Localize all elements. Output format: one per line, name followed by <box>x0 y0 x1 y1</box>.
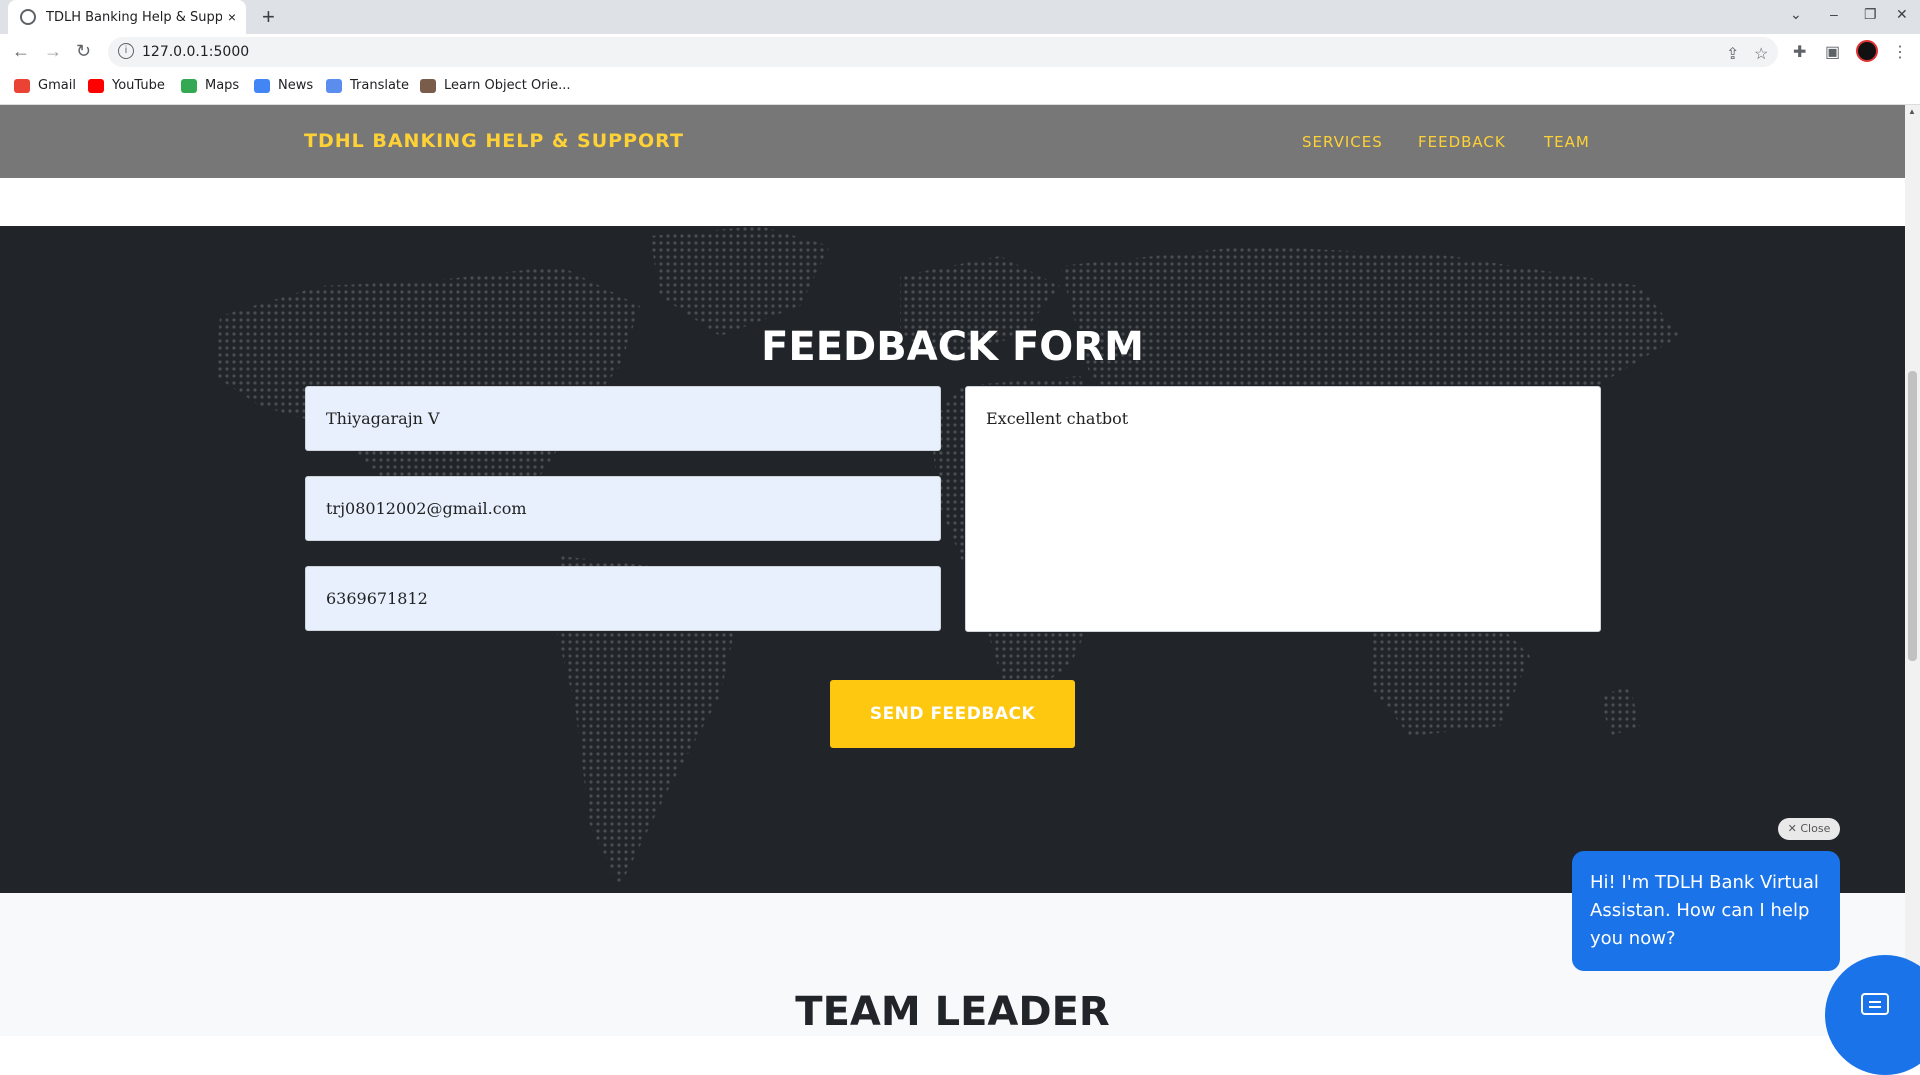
scrollbar-thumb[interactable] <box>1908 371 1917 661</box>
translate-icon <box>326 78 342 93</box>
site-brand[interactable]: TDHL BANKING HELP & SUPPORT <box>304 130 684 152</box>
tab-search-icon[interactable]: ⌄ <box>1790 6 1802 23</box>
maps-icon <box>181 78 197 93</box>
tab-title: TDLH Banking Help & Suppor <box>46 9 222 25</box>
nav-services[interactable]: SERVICES <box>1302 133 1383 151</box>
profile-avatar[interactable] <box>1856 40 1878 62</box>
minimize-icon[interactable]: – <box>1830 6 1838 22</box>
globe-icon <box>20 9 36 25</box>
send-feedback-button[interactable]: SEND FEEDBACK <box>830 680 1075 748</box>
extensions-icon[interactable]: ✚ <box>1793 42 1806 62</box>
info-icon[interactable]: i <box>118 43 134 59</box>
bookmark-news[interactable]: News <box>254 78 313 93</box>
bookmark-learn[interactable]: Learn Object Orie... <box>420 78 571 93</box>
feedback-section: FEEDBACK FORM Thiyagarajn V trj08012002@… <box>0 226 1905 893</box>
share-icon[interactable]: ⇪ <box>1726 44 1739 64</box>
message-textarea[interactable]: Excellent chatbot <box>965 386 1601 632</box>
bookmark-gmail[interactable]: Gmail <box>14 78 76 93</box>
chat-greeting-bubble: Hi! I'm TDLH Bank Virtual Assistan. How … <box>1572 851 1840 971</box>
restore-icon[interactable]: ❐ <box>1864 6 1877 23</box>
forward-icon[interactable]: → <box>44 41 62 62</box>
browser-toolbar: ← → ↻ i 127.0.0.1:5000 ⇪ ☆ ✚ ▣ ⋮ <box>0 34 1920 70</box>
address-bar[interactable]: i 127.0.0.1:5000 ⇪ ☆ <box>108 37 1778 67</box>
bookmarks-bar: Gmail YouTube Maps News Translate Learn … <box>0 70 1920 105</box>
scroll-up-icon[interactable]: ▲ <box>1908 107 1916 116</box>
browser-tab[interactable]: TDLH Banking Help & Suppor × <box>8 0 246 34</box>
reload-icon[interactable]: ↻ <box>76 41 91 62</box>
email-input[interactable]: trj08012002@gmail.com <box>305 476 941 541</box>
bookmark-youtube[interactable]: YouTube <box>88 78 165 93</box>
side-panel-icon[interactable]: ▣ <box>1825 42 1840 62</box>
new-tab-button[interactable]: + <box>262 4 275 30</box>
tab-close-icon[interactable]: × <box>228 9 236 25</box>
menu-icon[interactable]: ⋮ <box>1892 42 1908 62</box>
page-scrollbar[interactable]: ▲ ▼ <box>1905 105 1920 1036</box>
learn-icon <box>420 78 436 93</box>
bookmark-translate[interactable]: Translate <box>326 78 409 93</box>
bookmark-star-icon[interactable]: ☆ <box>1754 44 1768 64</box>
address-url: 127.0.0.1:5000 <box>142 44 250 60</box>
name-input[interactable]: Thiyagarajn V <box>305 386 941 451</box>
team-title: TEAM LEADER <box>795 989 1110 1035</box>
browser-tabbar: TDLH Banking Help & Suppor × + ⌄ – ❐ ✕ <box>0 0 1920 34</box>
phone-input[interactable]: 6369671812 <box>305 566 941 631</box>
nav-team[interactable]: TEAM <box>1544 133 1590 151</box>
nav-feedback[interactable]: FEEDBACK <box>1418 133 1506 151</box>
news-icon <box>254 78 270 93</box>
chat-icon <box>1861 993 1889 1015</box>
chat-close-button[interactable]: ✕ Close <box>1778 818 1840 840</box>
feedback-title: FEEDBACK FORM <box>761 324 1144 370</box>
back-icon[interactable]: ← <box>12 41 30 62</box>
bookmark-maps[interactable]: Maps <box>181 78 239 93</box>
window-close-icon[interactable]: ✕ <box>1896 6 1908 23</box>
youtube-icon <box>88 78 104 93</box>
site-navbar: TDHL BANKING HELP & SUPPORT SERVICES FEE… <box>0 105 1905 178</box>
gmail-icon <box>14 78 30 93</box>
